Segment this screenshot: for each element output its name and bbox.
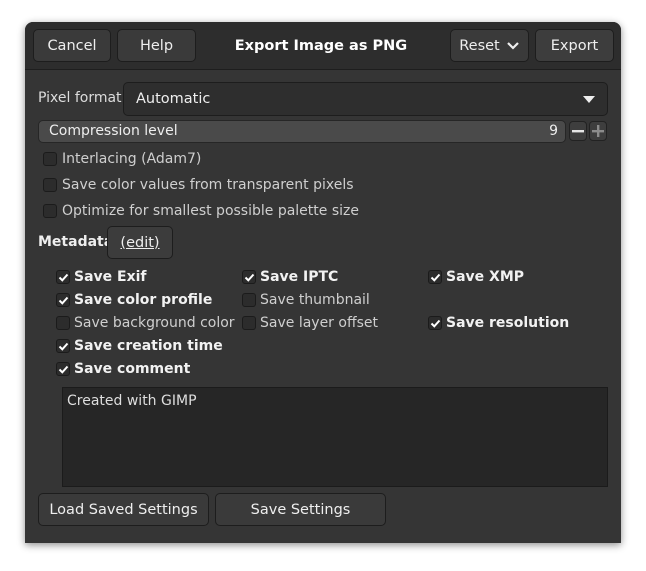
compression-decrease-button[interactable] [569,121,587,141]
save-color-profile-checkbox[interactable] [56,293,70,307]
comment-textarea[interactable]: Created with GIMP [62,387,608,487]
save-xmp-checkbox[interactable] [428,270,442,284]
dialog-title: Export Image as PNG [234,37,408,54]
checkmark-icon [58,296,69,305]
save-resolution-checkbox[interactable] [428,316,442,330]
save-resolution-label: Save resolution [446,315,570,331]
minus-icon [572,130,584,133]
header-bar: Cancel Help Export Image as PNG Reset Ex… [25,22,621,70]
save-transparent-label: Save color values from transparent pixel… [62,177,354,193]
compression-level-spinscale[interactable]: Compression level 9 [38,120,566,143]
save-thumbnail-label: Save thumbnail [260,292,370,308]
save-settings-button[interactable]: Save Settings [215,493,386,526]
save-comment-checkbox[interactable] [56,362,70,376]
help-button[interactable]: Help [117,29,196,62]
save-comment-label: Save comment [74,361,191,377]
checkmark-icon [58,342,69,351]
compression-level-label: Compression level [49,123,178,139]
interlacing-checkbox[interactable] [43,152,57,166]
optimize-palette-label: Optimize for smallest possible palette s… [62,203,359,219]
interlacing-label: Interlacing (Adam7) [62,151,202,167]
load-saved-settings-button[interactable]: Load Saved Settings [38,493,209,526]
save-creation-time-checkbox[interactable] [56,339,70,353]
checkmark-icon [244,273,255,282]
save-background-color-checkbox[interactable] [56,316,70,330]
save-iptc-checkbox[interactable] [242,270,256,284]
export-dialog: Cancel Help Export Image as PNG Reset Ex… [25,22,621,543]
save-transparent-checkbox[interactable] [43,178,57,192]
save-color-profile-label: Save color profile [74,292,213,308]
metadata-edit-button[interactable]: (edit) [107,226,173,259]
save-xmp-label: Save XMP [446,269,525,285]
optimize-palette-checkbox[interactable] [43,204,57,218]
save-iptc-label: Save IPTC [260,269,339,285]
compression-level-value: 9 [549,123,558,139]
checkmark-icon [430,273,441,282]
plus-icon [592,125,604,137]
save-exif-checkbox[interactable] [56,270,70,284]
pixel-format-label: Pixel format [38,90,122,106]
reset-label: Reset [459,37,500,54]
checkmark-icon [58,273,69,282]
compression-increase-button[interactable] [589,121,607,141]
save-background-color-label: Save background color [74,315,235,331]
cancel-button[interactable]: Cancel [33,29,111,62]
export-button[interactable]: Export [535,29,614,62]
reset-button[interactable]: Reset [450,29,529,62]
metadata-label: Metadata [38,234,114,250]
checkmark-icon [430,319,441,328]
pixel-format-combo[interactable]: Automatic [123,82,608,116]
save-exif-label: Save Exif [74,269,147,285]
save-thumbnail-checkbox[interactable] [242,293,256,307]
save-layer-offset-checkbox[interactable] [242,316,256,330]
dropdown-arrow-icon [583,96,595,103]
save-layer-offset-label: Save layer offset [260,315,378,331]
pixel-format-value: Automatic [136,91,211,107]
chevron-down-icon [506,41,519,50]
save-creation-time-label: Save creation time [74,338,223,354]
checkmark-icon [58,365,69,374]
